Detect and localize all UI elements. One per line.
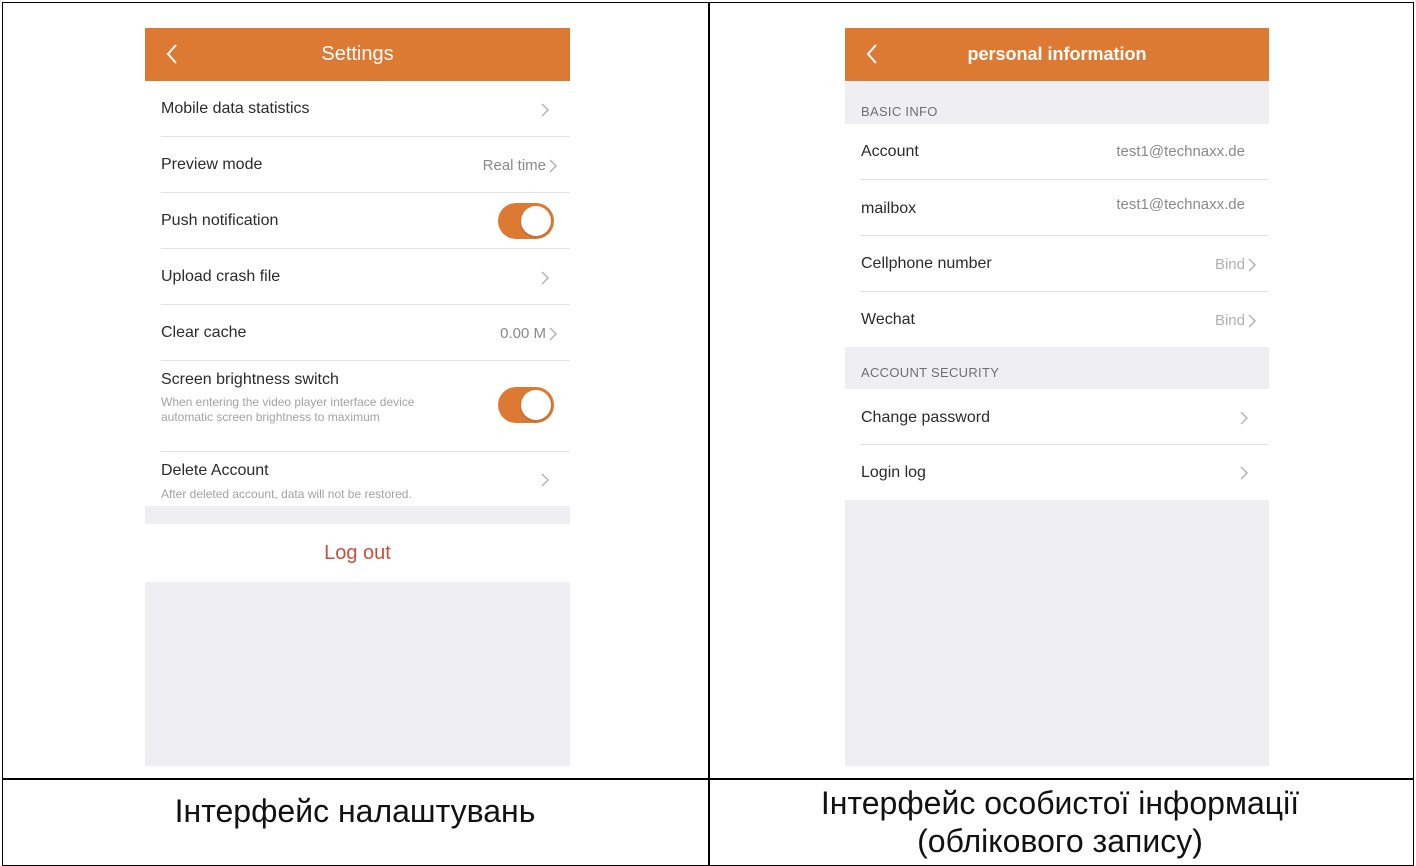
chevron-right-icon (1248, 314, 1257, 328)
chevron-right-icon (549, 327, 558, 341)
row-label: Push notification (161, 212, 279, 229)
personal-info-navbar: personal information (845, 28, 1269, 81)
toggle-knob (521, 206, 551, 236)
row-description: After deleted account, data will not be … (161, 487, 412, 501)
section-title: BASIC INFO (861, 104, 938, 119)
account-value: test1@technaxx.de (1116, 143, 1245, 160)
settings-navbar: Settings (145, 28, 570, 81)
row-label: Mobile data statistics (161, 100, 310, 117)
wechat-bind-value: Bind (1214, 312, 1245, 329)
row-divider (2, 778, 1414, 780)
row-preview-mode[interactable]: Preview mode Real time (145, 137, 570, 193)
cache-size-value: 0.00 M (500, 325, 546, 342)
push-notification-toggle[interactable] (498, 203, 554, 239)
row-screen-brightness-switch: Screen brightness switch When entering t… (145, 361, 570, 452)
row-wechat[interactable]: Wechat Bind (845, 292, 1269, 347)
section-account-security: ACCOUNT SECURITY (845, 347, 1269, 389)
row-label: Delete Account (161, 462, 269, 479)
chevron-right-icon (1240, 466, 1249, 480)
row-account: Account test1@technaxx.de (845, 124, 1269, 180)
screen-brightness-toggle[interactable] (498, 387, 554, 423)
row-label: Wechat (861, 311, 915, 328)
cellphone-bind-value: Bind (1214, 256, 1245, 273)
row-description: When entering the video player interface… (161, 395, 415, 424)
caption-personal-info: Інтерфейс особистої інформації (обліково… (820, 785, 1300, 859)
chevron-right-icon (541, 103, 550, 117)
row-label: mailbox (861, 200, 917, 217)
section-title: ACCOUNT SECURITY (861, 365, 1000, 380)
section-basic-info: BASIC INFO (845, 81, 1269, 124)
logout-button[interactable]: Log out (145, 524, 570, 582)
chevron-right-icon (541, 271, 550, 285)
column-divider (708, 2, 710, 866)
mailbox-value: test1@technaxx.de (1116, 196, 1245, 213)
row-label: Screen brightness switch (161, 371, 339, 388)
row-upload-crash-file[interactable]: Upload crash file (145, 249, 570, 305)
row-change-password[interactable]: Change password (845, 389, 1269, 445)
row-label: Preview mode (161, 156, 263, 173)
row-label: Upload crash file (161, 268, 281, 285)
row-push-notification: Push notification (145, 193, 570, 249)
row-label: Change password (861, 409, 990, 426)
chevron-right-icon (541, 473, 550, 487)
personal-info-screen: personal information BASIC INFO Account … (845, 28, 1269, 766)
row-mobile-data-statistics[interactable]: Mobile data statistics (145, 81, 570, 137)
row-label: Account (861, 143, 919, 160)
row-mailbox: mailbox test1@technaxx.de (845, 180, 1269, 236)
toggle-knob (521, 390, 551, 420)
row-delete-account[interactable]: Delete Account After deleted account, da… (145, 452, 570, 506)
row-label: Login log (861, 464, 926, 481)
chevron-right-icon (549, 159, 558, 173)
personal-info-title: personal information (967, 44, 1147, 64)
settings-title: Settings (321, 43, 394, 65)
row-label: Cellphone number (861, 255, 992, 272)
settings-screen: Settings Mobile data statistics Preview … (145, 28, 570, 766)
row-clear-cache[interactable]: Clear cache 0.00 M (145, 305, 570, 361)
chevron-right-icon (1240, 411, 1249, 425)
caption-settings: Інтерфейс налаштувань (174, 793, 536, 829)
preview-mode-value: Real time (482, 157, 546, 174)
chevron-right-icon (1248, 258, 1257, 272)
row-label: Clear cache (161, 324, 247, 341)
row-login-log[interactable]: Login log (845, 445, 1269, 500)
row-cellphone-number[interactable]: Cellphone number Bind (845, 236, 1269, 292)
